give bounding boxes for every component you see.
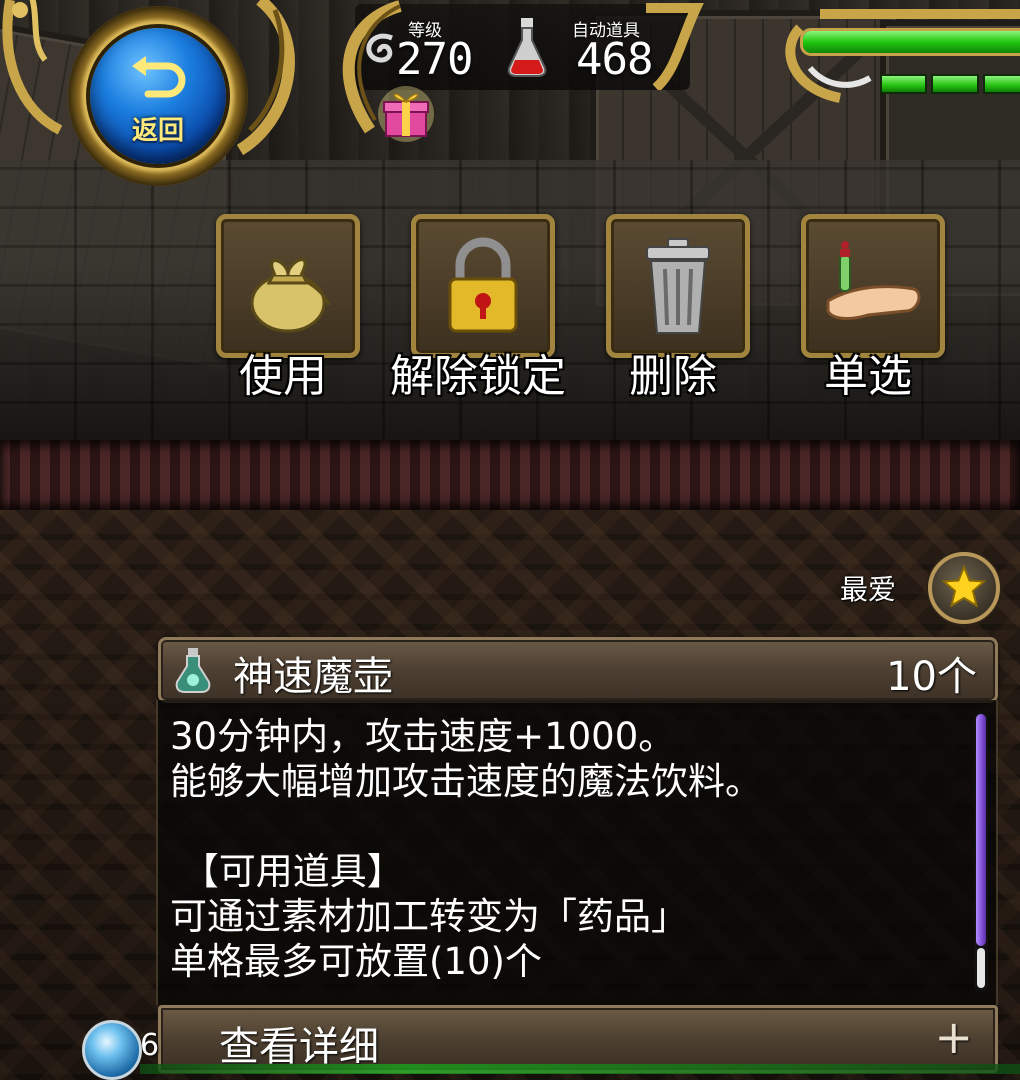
unlock-label: 解除锁定 (390, 351, 566, 402)
item-description-box[interactable]: 30分钟内，攻击速度+1000。 能够大幅增加攻击速度的魔法饮料。 【可用道具】… (156, 700, 998, 1005)
crystal-orb-icon (82, 1020, 142, 1080)
delete-button[interactable] (606, 214, 750, 358)
level-swirl-icon (366, 33, 393, 63)
sp-gauge-segment (931, 74, 979, 94)
item-description: 30分钟内，攻击速度+1000。 能够大幅增加攻击速度的魔法饮料。 【可用道具】… (170, 715, 762, 983)
orb-value: 6 (140, 1028, 160, 1063)
description-scroll-rest (977, 948, 985, 988)
bag-icon (250, 258, 331, 333)
potion-flask-icon (175, 648, 211, 693)
plus-icon: + (934, 1010, 973, 1064)
hp-bar (800, 28, 1020, 56)
back-button[interactable]: 返回 (68, 6, 248, 186)
gift-box-icon[interactable] (376, 84, 436, 144)
delete-label: 删除 (629, 351, 717, 402)
item-header: 神速魔壶 10个 (158, 637, 998, 703)
hand-select-icon (826, 241, 921, 320)
sp-gauge-segment (982, 74, 1020, 94)
rug-border (0, 440, 1020, 510)
use-label: 使用 (239, 351, 327, 402)
use-button[interactable] (216, 214, 360, 358)
favorite-label: 最爱 (840, 573, 897, 606)
description-scroll-thumb[interactable] (976, 714, 986, 946)
sp-gauge (880, 74, 1020, 94)
potion-bottle-icon (507, 18, 547, 77)
favorite-button[interactable] (928, 552, 1000, 624)
return-arrow-icon (132, 56, 186, 98)
hp-bar-fill (803, 31, 1020, 53)
star-icon (941, 564, 987, 608)
sp-gauge-segment (880, 74, 928, 94)
lock-icon (448, 237, 518, 333)
auto-item-value: 468 (576, 34, 653, 85)
back-button-face: 返回 (90, 28, 226, 164)
item-count: 10个 (886, 654, 977, 700)
trash-icon (646, 238, 710, 334)
bottom-exp-strip (140, 1064, 1020, 1074)
single-select-label: 单选 (824, 351, 912, 402)
item-name: 神速魔壶 (233, 654, 393, 700)
single-select-button[interactable] (801, 214, 945, 358)
back-button-label: 返回 (131, 116, 184, 146)
level-value: 270 (396, 34, 473, 85)
unlock-button[interactable] (411, 214, 555, 358)
view-details-button[interactable]: 查看详细 + (158, 1005, 998, 1073)
